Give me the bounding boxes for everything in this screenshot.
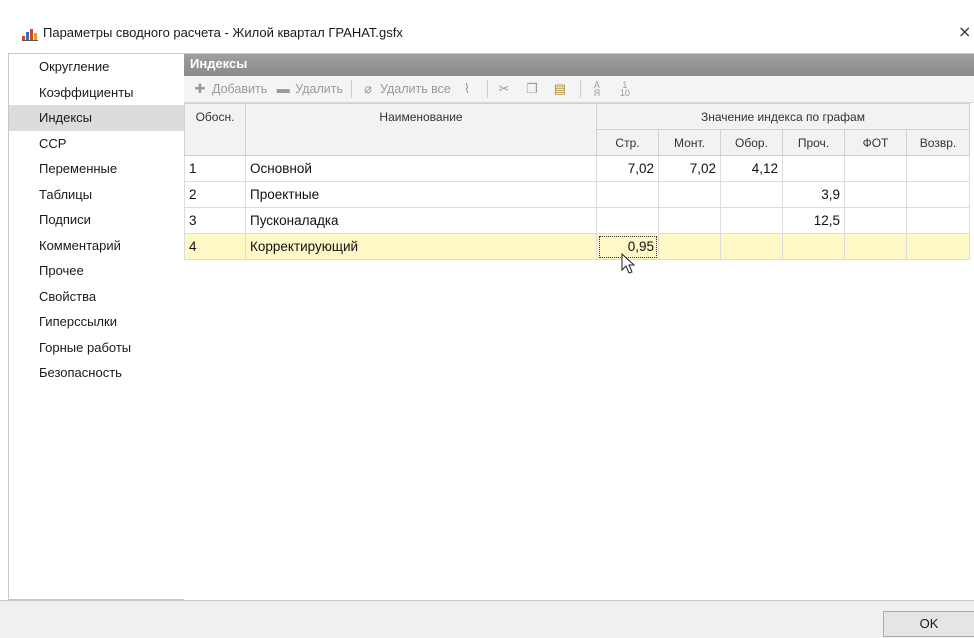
- sidebar-item[interactable]: Гиперссылки: [9, 309, 184, 335]
- cell-value[interactable]: [844, 181, 907, 208]
- col-header[interactable]: Обор.: [720, 129, 783, 156]
- close-icon[interactable]: ×: [958, 22, 974, 42]
- panel-title: Индексы: [184, 54, 974, 76]
- indices-panel: Индексы ✚ Добавить ▬ Удалить ⌀ Удалить в…: [184, 53, 974, 600]
- cell-value[interactable]: [844, 207, 907, 234]
- delete-label: Удалить: [295, 82, 343, 96]
- brush-icon: ⌇: [463, 81, 471, 96]
- cell-value[interactable]: [906, 207, 970, 234]
- window-title: Параметры сводного расчета - Жилой кварт…: [43, 25, 403, 40]
- sidebar-item[interactable]: ССР: [9, 131, 184, 157]
- sidebar-item[interactable]: Коэффициенты: [9, 80, 184, 106]
- sort-numeric-button[interactable]: 1 10: [617, 80, 637, 98]
- minus-icon: ▬: [276, 81, 290, 96]
- toolbar-separator: [350, 80, 352, 98]
- sidebar-item[interactable]: Индексы: [9, 105, 184, 131]
- ok-button[interactable]: OK: [883, 611, 974, 637]
- cell-value[interactable]: 12,5: [782, 207, 845, 234]
- cell-value[interactable]: 3,9: [782, 181, 845, 208]
- cell-value[interactable]: [720, 207, 783, 234]
- cell-value[interactable]: 0,95: [596, 233, 659, 260]
- plus-icon: ✚: [194, 81, 206, 96]
- col-header-basis[interactable]: Обосн.: [184, 103, 246, 156]
- cell-name[interactable]: Проектные: [245, 181, 597, 208]
- cell-value[interactable]: [844, 233, 907, 260]
- col-header[interactable]: Стр.: [596, 129, 659, 156]
- delete-all-label: Удалить все: [379, 82, 451, 96]
- sidebar-item[interactable]: Горные работы: [9, 335, 184, 361]
- cell-name[interactable]: Корректирующий: [245, 233, 597, 260]
- cell-basis[interactable]: 1: [184, 155, 246, 182]
- sidebar-item[interactable]: Округление: [9, 54, 184, 80]
- footer-bar: OK: [0, 600, 974, 638]
- cell-basis[interactable]: 4: [184, 233, 246, 260]
- copy-icon: ❐: [526, 81, 538, 96]
- dialog-window: Параметры сводного расчета - Жилой кварт…: [0, 0, 974, 638]
- sort-alpha-button[interactable]: AЯ: [589, 80, 609, 98]
- toolbar-separator: [486, 80, 488, 98]
- indices-grid: Обосн. Наименование Значение индекса по …: [184, 103, 974, 260]
- cell-basis[interactable]: 3: [184, 207, 246, 234]
- sidebar-item[interactable]: Таблицы: [9, 182, 184, 208]
- cell-value[interactable]: [720, 181, 783, 208]
- app-icon: [22, 29, 38, 41]
- col-header[interactable]: Проч.: [782, 129, 845, 156]
- delete-all-button[interactable]: ⌀ Удалить все: [360, 81, 451, 97]
- sidebar-item[interactable]: Подписи: [9, 207, 184, 233]
- cell-value[interactable]: 7,02: [658, 155, 721, 182]
- cut-button[interactable]: ✂: [496, 81, 516, 97]
- toolbar-separator: [579, 80, 581, 98]
- cell-value[interactable]: [844, 155, 907, 182]
- cell-value[interactable]: 4,12: [720, 155, 783, 182]
- cell-value[interactable]: [720, 233, 783, 260]
- toolbar: ✚ Добавить ▬ Удалить ⌀ Удалить все ⌇ ✂ ❐: [184, 76, 974, 103]
- indices-table: Обосн. Наименование Значение индекса по …: [184, 103, 970, 260]
- table-row[interactable]: 1 Основной 7,02 7,02 4,12: [184, 155, 970, 182]
- cell-value[interactable]: [782, 155, 845, 182]
- sidebar-item[interactable]: Безопасность: [9, 360, 184, 386]
- sidebar-item[interactable]: Свойства: [9, 284, 184, 310]
- col-header[interactable]: Возвр.: [906, 129, 970, 156]
- cell-value[interactable]: [906, 181, 970, 208]
- table-row[interactable]: 4 Корректирующий 0,95: [184, 233, 970, 260]
- cell-value[interactable]: [658, 181, 721, 208]
- settings-sidebar: Округление Коэффициенты Индексы ССР Переменн…: [8, 53, 184, 600]
- col-header[interactable]: ФОТ: [844, 129, 907, 156]
- title-bar: Параметры сводного расчета - Жилой кварт…: [0, 0, 974, 52]
- cell-value[interactable]: [658, 233, 721, 260]
- paste-button[interactable]: ▤: [552, 81, 572, 97]
- paste-icon: ▤: [553, 81, 567, 96]
- cell-value[interactable]: [906, 155, 970, 182]
- cell-value[interactable]: [782, 233, 845, 260]
- col-header[interactable]: Монт.: [658, 129, 721, 156]
- add-label: Добавить: [212, 82, 268, 96]
- sort-numeric-icon: 1 10: [619, 80, 630, 98]
- add-button[interactable]: ✚ Добавить: [192, 81, 268, 97]
- sort-alpha-icon: AЯ: [593, 80, 601, 98]
- cell-name[interactable]: Основной: [245, 155, 597, 182]
- cell-name[interactable]: Пусконаладка: [245, 207, 597, 234]
- sidebar-item[interactable]: Комментарий: [9, 233, 184, 259]
- scissors-icon: ✂: [498, 81, 510, 96]
- table-row[interactable]: 3 Пусконаладка 12,5: [184, 207, 970, 234]
- clear-format-button[interactable]: ⌇: [459, 81, 479, 97]
- col-header-name[interactable]: Наименование: [245, 103, 597, 156]
- cell-basis[interactable]: 2: [184, 181, 246, 208]
- copy-button[interactable]: ❐: [524, 81, 544, 97]
- delete-button[interactable]: ▬ Удалить: [275, 81, 343, 97]
- cell-value[interactable]: [596, 207, 659, 234]
- sidebar-item[interactable]: Переменные: [9, 156, 184, 182]
- cell-value[interactable]: [906, 233, 970, 260]
- cell-value[interactable]: [658, 207, 721, 234]
- cell-value[interactable]: 7,02: [596, 155, 659, 182]
- cell-value[interactable]: [596, 181, 659, 208]
- sidebar-item[interactable]: Прочее: [9, 258, 184, 284]
- eraser-icon: ⌀: [364, 81, 372, 96]
- table-row[interactable]: 2 Проектные 3,9: [184, 181, 970, 208]
- col-group-header: Значение индекса по графам: [596, 103, 970, 130]
